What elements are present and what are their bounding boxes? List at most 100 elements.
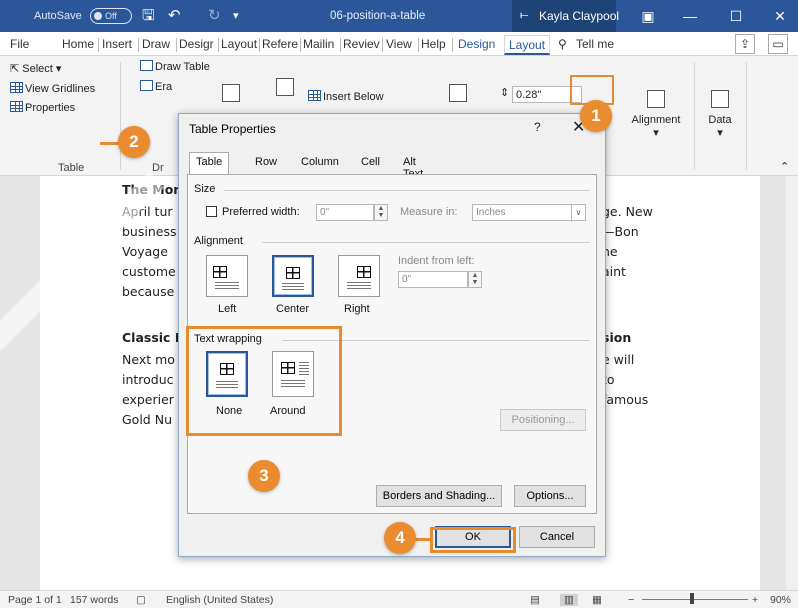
- dialog-tab-cell[interactable]: Cell: [361, 156, 380, 168]
- zoom-out-button[interactable]: −: [628, 594, 634, 606]
- cancel-button[interactable]: Cancel: [519, 526, 595, 548]
- help-icon[interactable]: ?: [534, 120, 541, 134]
- doc-line: experier: [122, 392, 174, 407]
- tab-help[interactable]: Help: [421, 35, 446, 55]
- callout-4: 4: [384, 522, 416, 554]
- tab-insert[interactable]: Insert: [102, 35, 132, 55]
- doc-line: e will: [602, 352, 635, 367]
- tab-layout[interactable]: Layout: [221, 35, 257, 55]
- word-count[interactable]: 157 words: [70, 594, 118, 606]
- borders-and-shading-button[interactable]: Borders and Shading...: [376, 485, 502, 507]
- delete-table-icon: [222, 84, 240, 102]
- tab-review[interactable]: Reviev: [343, 35, 380, 55]
- tab-draw[interactable]: Draw: [142, 35, 170, 55]
- web-layout-icon[interactable]: ▦: [592, 594, 602, 606]
- draw-table-icon: [140, 60, 153, 71]
- alignment-button[interactable]: Alignment ▾: [626, 90, 686, 139]
- gridlines-icon: [10, 82, 23, 93]
- dialog-tab-table[interactable]: Table: [189, 152, 230, 175]
- status-bar: Page 1 of 1 157 words ▢ English (United …: [0, 590, 798, 608]
- user-name[interactable]: Kayla Claypool: [539, 0, 619, 32]
- insert-below-button[interactable]: Insert Below: [308, 90, 384, 103]
- alignment-section-label: Alignment: [194, 235, 243, 247]
- measure-in-select[interactable]: Inches ∨: [472, 204, 586, 222]
- tab-file[interactable]: File: [10, 35, 29, 55]
- dialog-tab-row[interactable]: Row: [255, 156, 277, 168]
- tab-table-layout[interactable]: Layout: [504, 35, 551, 55]
- language-status[interactable]: English (United States): [166, 594, 273, 606]
- tab-home[interactable]: Home: [62, 35, 94, 55]
- data-button[interactable]: Data ▾: [702, 90, 738, 139]
- ribbon-display-icon[interactable]: ▣: [630, 0, 666, 32]
- autosave-toggle[interactable]: Off: [90, 8, 132, 24]
- save-icon[interactable]: 🖫: [142, 0, 155, 32]
- properties-button[interactable]: Properties: [10, 101, 75, 114]
- zoom-slider-thumb[interactable]: [690, 593, 694, 604]
- align-left-label: Left: [218, 303, 237, 315]
- doc-heading: Classic L: [122, 330, 183, 345]
- tab-design[interactable]: Desigr: [179, 35, 214, 55]
- properties-icon: [10, 101, 23, 112]
- preferred-width-checkbox[interactable]: [206, 206, 217, 217]
- read-mode-icon[interactable]: ▤: [530, 594, 540, 606]
- select-button[interactable]: ⇱ Select ▾: [10, 62, 61, 75]
- share-icon[interactable]: ⇪: [735, 34, 755, 54]
- tell-me-search[interactable]: Tell me: [576, 35, 614, 55]
- page-count[interactable]: Page 1 of 1: [8, 594, 62, 606]
- draw-group-label: Dr: [152, 162, 164, 174]
- preferred-width-field[interactable]: 0": [316, 204, 374, 221]
- doc-line: ge. New: [602, 204, 653, 219]
- vertical-scrollbar[interactable]: [786, 176, 798, 590]
- undo-icon[interactable]: ↶: [168, 0, 181, 32]
- draw-table-button[interactable]: Draw Table: [140, 60, 210, 73]
- view-gridlines-button[interactable]: View Gridlines: [10, 82, 95, 95]
- measure-in-label: Measure in:: [400, 206, 458, 218]
- insert-above-button[interactable]: [270, 78, 300, 102]
- align-right-label: Right: [344, 303, 370, 315]
- collapse-ribbon-icon[interactable]: ⌃: [780, 160, 789, 173]
- minimize-icon[interactable]: —: [672, 0, 708, 32]
- positioning-button[interactable]: Positioning...: [500, 409, 586, 431]
- preferred-width-label: Preferred width:: [222, 206, 300, 218]
- close-icon[interactable]: ✕: [762, 0, 798, 32]
- align-right-option[interactable]: [338, 255, 380, 297]
- eraser-button[interactable]: Era: [140, 80, 172, 93]
- doc-line: custome: [122, 264, 176, 279]
- customize-icon[interactable]: ▾: [233, 0, 239, 32]
- select-icon: ⇱: [10, 63, 20, 75]
- chevron-down-icon: ∨: [571, 205, 585, 222]
- proofing-icon[interactable]: ▢: [136, 594, 146, 606]
- tab-references[interactable]: Refere: [262, 35, 298, 55]
- comments-icon[interactable]: ▭: [768, 34, 788, 54]
- tab-table-design[interactable]: Design: [458, 35, 495, 55]
- cell-height-icon: ⇕: [500, 87, 510, 99]
- tab-mailings[interactable]: Mailin: [303, 35, 334, 55]
- doc-line: business: [122, 224, 177, 239]
- alignment-icon: [647, 90, 665, 108]
- merge-cells-button[interactable]: [446, 84, 470, 108]
- print-layout-icon[interactable]: ▥: [560, 594, 578, 606]
- tab-view[interactable]: View: [386, 35, 412, 55]
- delete-table-button[interactable]: [218, 84, 244, 108]
- dialog-tab-column[interactable]: Column: [301, 156, 339, 168]
- indent-from-left-label: Indent from left:: [398, 255, 475, 267]
- indent-spinner[interactable]: ▲ ▼: [468, 271, 482, 288]
- redo-icon[interactable]: ↻: [208, 0, 221, 32]
- maximize-icon[interactable]: ☐: [718, 0, 754, 32]
- table-icon: [213, 266, 227, 278]
- align-center-option[interactable]: [272, 255, 314, 297]
- zoom-slider[interactable]: [642, 599, 748, 600]
- text-wrapping-highlight: [186, 326, 342, 436]
- size-section-label: Size: [194, 183, 216, 195]
- indent-from-left-field[interactable]: 0": [398, 271, 468, 288]
- doc-line: —Bon: [602, 224, 639, 239]
- zoom-in-button[interactable]: +: [752, 594, 758, 606]
- insert-below-icon: [308, 90, 321, 101]
- options-button[interactable]: Options...: [514, 485, 586, 507]
- user-icon: ⟝: [520, 10, 529, 21]
- insert-above-icon: [276, 78, 294, 96]
- preferred-width-spinner[interactable]: ▲ ▼: [374, 204, 388, 221]
- align-left-option[interactable]: [206, 255, 248, 297]
- tell-me-icon[interactable]: ⚲: [558, 35, 567, 55]
- zoom-level[interactable]: 90%: [770, 594, 791, 606]
